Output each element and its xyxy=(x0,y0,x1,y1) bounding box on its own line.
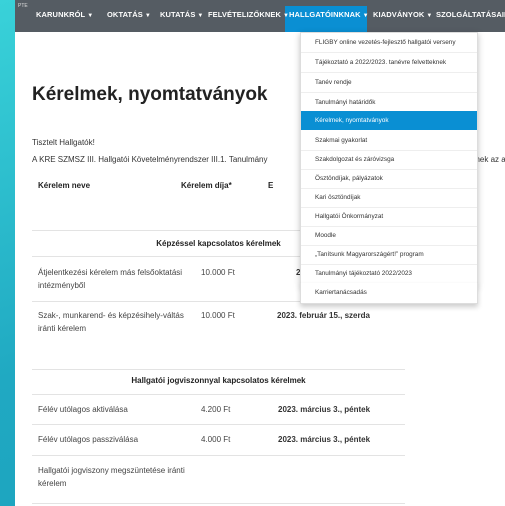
intro-text: A KRE SZMSZ III. Hallgatói Követelményre… xyxy=(32,155,268,164)
table-row-deadline: 2023. március 3., péntek xyxy=(278,405,371,414)
table-row-fee: 10.000 Ft xyxy=(201,268,235,277)
table-row-name: Félév utólagos aktiválása xyxy=(38,405,128,414)
nav-item-karunkrol[interactable]: KARUNKRÓL ▼ xyxy=(36,10,93,19)
column-header-name: Kérelem neve xyxy=(38,181,91,190)
menu-item-tanitsunk-magyarorszagert[interactable]: „Tanítsunk Magyarországért!” program xyxy=(301,245,477,264)
menu-item-tanulmanyi-tajekoztato[interactable]: Tanulmányi tájékoztató 2022/2023 xyxy=(301,264,477,283)
table-row-name: Szak-, munkarend- és képzésihely-váltás … xyxy=(38,311,184,333)
menu-item-tanev-rendje[interactable]: Tanév rendje xyxy=(301,73,477,92)
table-row-name: Hallgatói jogviszony megszüntetése iránt… xyxy=(38,466,185,488)
nav-item-kiadvanyok[interactable]: KIADVÁNYOK ▼ xyxy=(373,10,432,19)
top-navigation: PTE KARUNKRÓL ▼ OKTATÁS ▼ KUTATÁS ▼ FELVÉTE… xyxy=(15,0,505,32)
nav-item-kutatas[interactable]: KUTATÁS ▼ xyxy=(160,10,203,19)
column-header-fee: Kérelem díja* xyxy=(181,181,232,190)
column-header-deadline: E xyxy=(268,181,274,190)
menu-item-fligby[interactable]: FLIGBY online vezetés-fejlesztő hallgató… xyxy=(301,33,477,52)
table-row-fee: 10.000 Ft xyxy=(201,311,235,320)
divider xyxy=(32,424,405,425)
hallgatoinknak-dropdown-menu: FLIGBY online vezetés-fejlesztő hallgató… xyxy=(300,32,478,286)
divider xyxy=(32,503,405,504)
table-row-name: Félév utólagos passziválása xyxy=(38,435,139,444)
table-row-deadline: 2023. február 15., szerda xyxy=(277,311,370,320)
table-row-deadline: 2023. március 3., péntek xyxy=(278,435,371,444)
chevron-down-icon: ▼ xyxy=(87,13,94,19)
menu-item-hallgatoi-onkormanyzat[interactable]: Hallgatói Önkormányzat xyxy=(301,207,477,226)
page: PTE KARUNKRÓL ▼ OKTATÁS ▼ KUTATÁS ▼ FELVÉTE… xyxy=(15,0,505,506)
chevron-down-icon: ▼ xyxy=(426,13,433,19)
menu-item-karriertanacsadas[interactable]: Karriertanácsadás xyxy=(300,283,478,304)
chevron-down-icon: ▼ xyxy=(362,13,369,19)
menu-item-szakmai-gyakorlat[interactable]: Szakmai gyakorlat xyxy=(301,131,477,150)
menu-item-moodle[interactable]: Moodle xyxy=(301,226,477,245)
chevron-down-icon: ▼ xyxy=(197,13,204,19)
divider xyxy=(32,455,405,456)
menu-item-kari-osztondijak[interactable]: Kari ösztöndíjak xyxy=(301,188,477,207)
table-row-fee: 4.000 Ft xyxy=(201,435,231,444)
table-row-fee: 4.200 Ft xyxy=(201,405,231,414)
nav-item-felvetelizoknek[interactable]: FELVÉTELIZŐKNEK ▼ xyxy=(208,10,289,19)
section-title-student-status: Hallgatói jogviszonnyal kapcsolatos kére… xyxy=(131,376,306,385)
menu-item-tanulmanyi-hataridok[interactable]: Tanulmányi határidők xyxy=(301,93,477,112)
chevron-down-icon: ▼ xyxy=(144,13,151,19)
nav-item-oktatas[interactable]: OKTATÁS ▼ xyxy=(107,10,151,19)
divider xyxy=(32,394,405,395)
nav-item-hallgatoinknak[interactable]: HALLGATÓINKNAK ▼ xyxy=(289,10,369,19)
greeting-text: Tisztelt Hallgatók! xyxy=(32,138,95,147)
divider xyxy=(32,369,405,370)
page-title: Kérelmek, nyomtatványok xyxy=(32,84,268,105)
menu-item-osztondijak-palyazatok[interactable]: Ösztöndíjak, pályázatok xyxy=(301,169,477,188)
nav-item-szolgaltatasaink[interactable]: SZOLGÁLTATÁSAINK xyxy=(436,10,505,19)
menu-item-kerelmek[interactable]: Kérelmek, nyomtatványok xyxy=(301,111,477,130)
logo[interactable]: PTE xyxy=(18,3,28,9)
menu-item-szakdolgozat[interactable]: Szakdolgozat és záróvizsga xyxy=(301,150,477,169)
table-row-name: Átjelentkezési kérelem más felsőoktatási… xyxy=(38,268,183,290)
menu-item-tajekoztato-felvetteknek[interactable]: Tájékoztató a 2022/2023. tanévre felvett… xyxy=(301,53,477,72)
